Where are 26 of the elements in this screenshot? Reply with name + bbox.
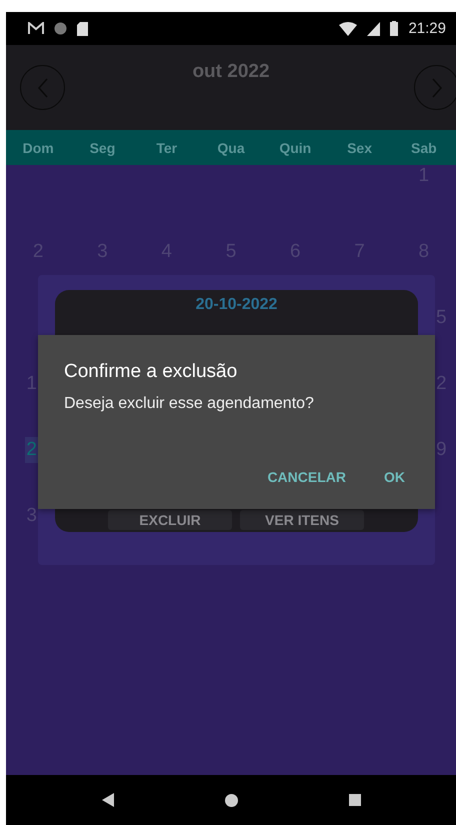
wifi-icon [339, 22, 358, 36]
home-icon[interactable] [224, 794, 238, 806]
weekday-label: Qua [217, 140, 245, 156]
dialog-title: Confirme a exclusão [64, 361, 238, 383]
dot-icon [54, 22, 67, 35]
ok-button[interactable]: OK [384, 467, 405, 487]
signal-icon [367, 22, 380, 36]
mail-icon [28, 22, 44, 35]
day-number[interactable]: 2 [25, 437, 38, 463]
weekday-label: Sex [347, 140, 372, 156]
view-items-button[interactable]: VER ITENS [240, 510, 364, 530]
battery-icon [390, 21, 398, 36]
weekday-label: Quin [279, 140, 312, 156]
month-title: out 2022 [192, 61, 270, 83]
recents-icon[interactable] [348, 794, 360, 806]
delete-button[interactable]: EXCLUIR [108, 510, 232, 530]
weekday-label: Ter [156, 140, 178, 156]
dialog-message: Deseja excluir esse agendamento? [64, 395, 315, 413]
clock-time: 21:29 [408, 20, 446, 37]
weekday-label: Sab [411, 140, 437, 156]
event-date: 20-10-2022 [196, 296, 278, 314]
weekday-label: Dom [22, 140, 54, 156]
cancel-button[interactable]: CANCELAR [267, 467, 346, 487]
sd-card-icon [77, 22, 88, 36]
back-icon[interactable] [102, 793, 114, 807]
weekday-label: Seg [90, 140, 116, 156]
